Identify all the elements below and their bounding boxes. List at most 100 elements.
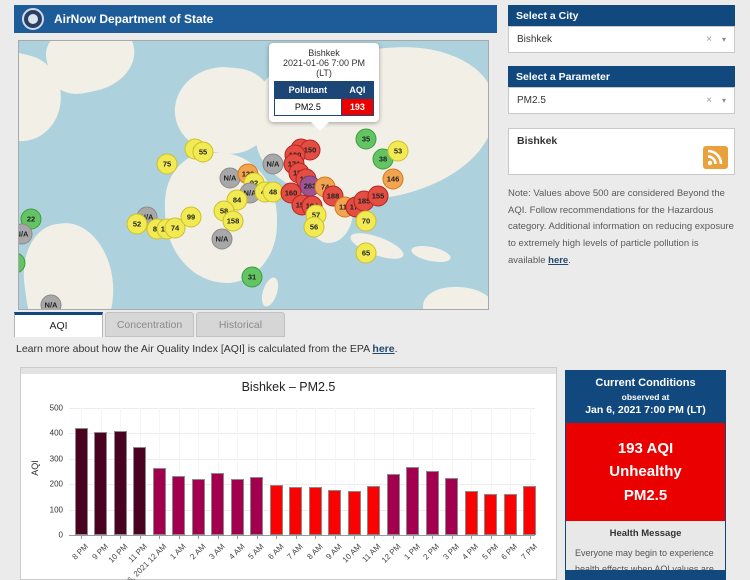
- x-axis-tick: [237, 535, 238, 539]
- aqi-bar[interactable]: [367, 486, 380, 535]
- x-axis-tick-label: 8 AM: [305, 542, 324, 561]
- rss-icon[interactable]: [703, 146, 728, 169]
- observed-at-label: observed at: [570, 392, 721, 402]
- aqi-marker[interactable]: 75: [157, 154, 178, 175]
- aqi-marker[interactable]: N/A: [18, 224, 33, 245]
- aqi-bar[interactable]: [153, 468, 166, 535]
- city-dropdown-arrow-icon[interactable]: ▾: [722, 35, 726, 44]
- select-city-header: Select a City: [508, 5, 735, 26]
- aqi-bar[interactable]: [465, 491, 478, 535]
- aqi-bar[interactable]: [75, 428, 88, 535]
- aqi-bar[interactable]: [445, 478, 458, 535]
- aqi-marker[interactable]: 155: [368, 186, 389, 207]
- x-axis-tick: [159, 535, 160, 539]
- city-clear-icon[interactable]: ×: [706, 34, 712, 45]
- tab-concentration[interactable]: Concentration: [105, 312, 194, 337]
- aqi-bar[interactable]: [309, 487, 322, 535]
- x-axis-tick: [218, 535, 219, 539]
- world-map[interactable]: 22N/A6N/AN/A5288104747565599N/A12392N/A8…: [18, 40, 489, 310]
- map-popup: Bishkek 2021-01-06 7:00 PM (LT) Pollutan…: [269, 43, 379, 122]
- aqi-bar[interactable]: [523, 486, 536, 535]
- x-axis-tick-label: 12 PM: [380, 542, 403, 565]
- city-feed-box: Bishkek: [508, 128, 735, 175]
- parameter-select-value: PM2.5: [517, 95, 706, 106]
- city-select[interactable]: Bishkek × ▾: [508, 26, 735, 53]
- select-parameter-header: Select a Parameter: [508, 66, 735, 87]
- aqi-marker[interactable]: N/A: [41, 295, 62, 311]
- x-axis-tick: [276, 535, 277, 539]
- aqi-marker[interactable]: 6: [18, 253, 26, 274]
- aqi-marker[interactable]: 31: [242, 267, 263, 288]
- current-aqi-pollutant: PM2.5: [570, 484, 721, 507]
- aqi-bar[interactable]: [211, 473, 224, 535]
- aqi-bar[interactable]: [133, 447, 146, 535]
- x-axis-tick: [315, 535, 316, 539]
- aqi-bar[interactable]: [289, 487, 302, 535]
- aqi-marker[interactable]: 56: [304, 217, 325, 238]
- x-axis-tick-label: 8 PM: [71, 542, 91, 562]
- learn-more-here-link[interactable]: here: [372, 343, 394, 355]
- x-axis-tick: [491, 535, 492, 539]
- learn-more-body: Learn more about how the Air Quality Ind…: [16, 343, 372, 355]
- aqi-marker[interactable]: 70: [356, 211, 377, 232]
- parameter-dropdown-arrow-icon[interactable]: ▾: [722, 96, 726, 105]
- popup-table: Pollutant AQI PM2.5 193: [274, 81, 374, 116]
- x-axis-tick-label: 2 PM: [422, 542, 442, 562]
- aqi-bar[interactable]: [328, 490, 341, 535]
- x-axis-tick: [354, 535, 355, 539]
- aqi-bar[interactable]: [192, 479, 205, 535]
- x-axis-tick-label: 6 PM: [500, 542, 520, 562]
- aqi-marker[interactable]: 35: [356, 129, 377, 150]
- tab-historical[interactable]: Historical: [196, 312, 285, 337]
- current-aqi-category: Unhealthy: [570, 460, 721, 483]
- note-here-link[interactable]: here: [548, 255, 568, 266]
- aqi-bar[interactable]: [250, 477, 263, 535]
- aqi-marker[interactable]: 52: [127, 214, 148, 235]
- x-axis-tick-label: 5 PM: [480, 542, 500, 562]
- x-axis-tick: [432, 535, 433, 539]
- aqi-bar[interactable]: [504, 494, 517, 535]
- x-axis-tick-label: 4 PM: [461, 542, 481, 562]
- note-body: Note: Values above 500 are considered Be…: [508, 188, 734, 266]
- x-axis-tick-label: 3 PM: [441, 542, 461, 562]
- observed-at-datetime: Jan 6, 2021 7:00 PM (LT): [570, 404, 721, 416]
- learn-more-period: .: [395, 343, 398, 355]
- chart-y-axis-title: AQI: [30, 460, 40, 476]
- page-title: AirNow Department of State: [54, 12, 213, 26]
- aqi-bar[interactable]: [387, 474, 400, 535]
- aqi-bar[interactable]: [114, 431, 127, 535]
- x-axis-tick-label: 1 AM: [169, 542, 188, 561]
- x-axis-tick-label: 1 PM: [402, 542, 422, 562]
- app-header: AirNow Department of State: [14, 5, 497, 33]
- x-axis-tick: [120, 535, 121, 539]
- chart-title: Bishkek – PM2.5: [21, 380, 556, 394]
- aqi-bar[interactable]: [484, 494, 497, 535]
- popup-datetime: 2021-01-06 7:00 PM: [274, 58, 374, 68]
- current-conditions-footer: [566, 570, 725, 579]
- tab-aqi[interactable]: AQI: [14, 312, 103, 337]
- parameter-select[interactable]: PM2.5 × ▾: [508, 87, 735, 114]
- current-conditions-header: Current Conditions observed at Jan 6, 20…: [566, 371, 725, 423]
- aqi-bar[interactable]: [406, 467, 419, 535]
- x-axis-tick: [471, 535, 472, 539]
- aqi-bar[interactable]: [426, 471, 439, 535]
- aqi-marker[interactable]: N/A: [212, 229, 233, 250]
- y-axis-tick-label: 100: [50, 505, 63, 514]
- aqi-bar[interactable]: [348, 491, 361, 535]
- parameter-clear-icon[interactable]: ×: [706, 95, 712, 106]
- aqi-bar[interactable]: [231, 479, 244, 535]
- aqi-marker[interactable]: 53: [388, 141, 409, 162]
- x-axis-tick: [374, 535, 375, 539]
- aqi-marker[interactable]: 146: [383, 169, 404, 190]
- aqi-bar[interactable]: [94, 432, 107, 535]
- learn-more-text: Learn more about how the Air Quality Ind…: [16, 343, 398, 355]
- aqi-marker[interactable]: N/A: [263, 154, 284, 175]
- x-axis-tick: [179, 535, 180, 539]
- aqi-bar[interactable]: [270, 485, 283, 535]
- department-of-state-seal-icon: [22, 8, 44, 30]
- aqi-marker[interactable]: 65: [356, 243, 377, 264]
- aqi-marker[interactable]: 55: [193, 142, 214, 163]
- aqi-bar[interactable]: [172, 476, 185, 535]
- aqi-marker[interactable]: 99: [181, 207, 202, 228]
- current-conditions-title: Current Conditions: [570, 377, 721, 389]
